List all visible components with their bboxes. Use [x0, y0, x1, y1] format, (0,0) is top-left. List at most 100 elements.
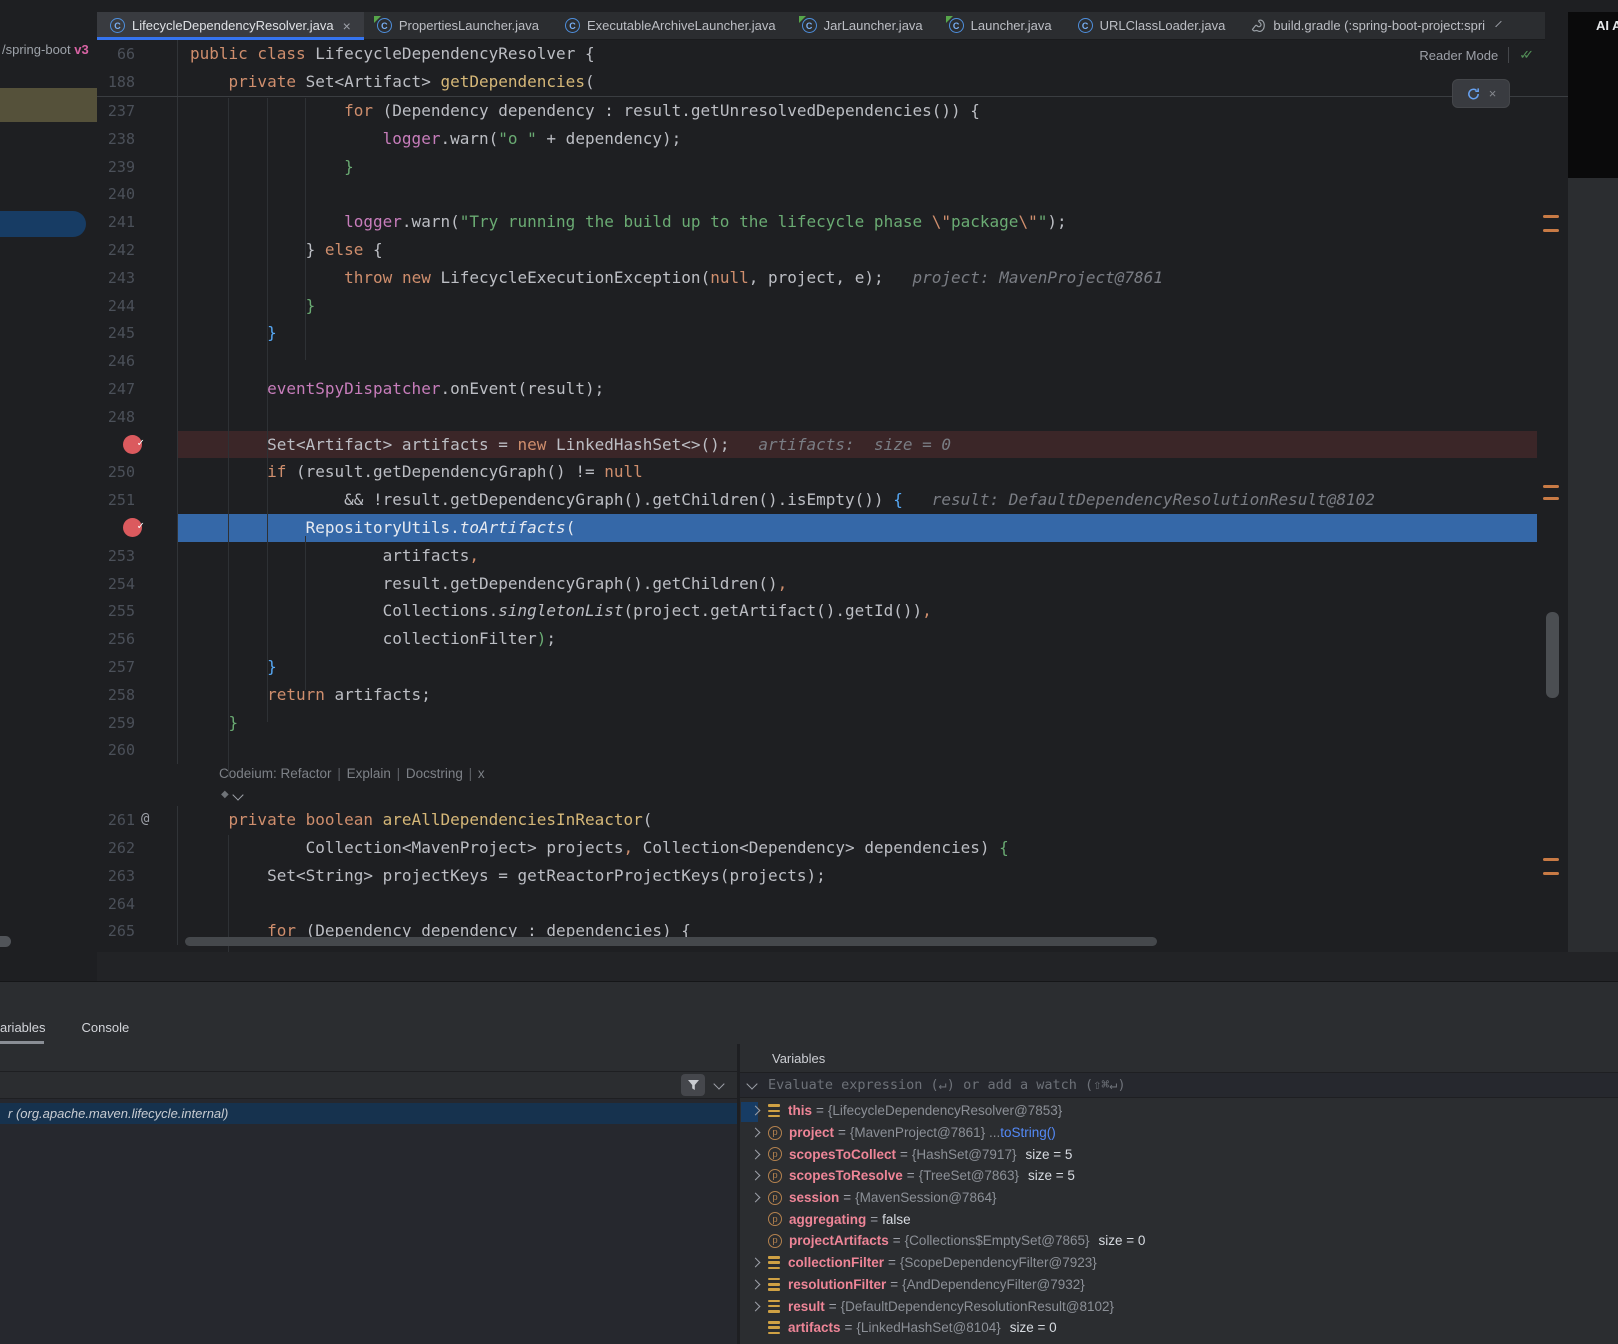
- parameter-icon: p: [768, 1147, 782, 1161]
- variables-tree: this={LifecycleDependencyResolver@7853}p…: [740, 1098, 1618, 1339]
- codeium-action[interactable]: Refactor: [281, 766, 332, 781]
- variable-name: aggregating: [789, 1212, 866, 1227]
- tab-console[interactable]: Console: [70, 1012, 142, 1042]
- splitter[interactable]: [97, 952, 1618, 981]
- code-line: 242 } else {: [97, 236, 1537, 264]
- code-text: Collections.singletonList(project.getArt…: [178, 597, 1537, 625]
- gutter: 259: [97, 709, 178, 737]
- runnable-class-icon: C: [802, 18, 817, 33]
- value-icon: [768, 1256, 780, 1269]
- code-text: result.getDependencyGraph().getChildren(…: [178, 570, 1537, 598]
- error-stripe-mark[interactable]: [1543, 497, 1559, 500]
- editor-tab[interactable]: CURLClassLoader.java: [1065, 12, 1239, 39]
- line-number: 239: [108, 154, 135, 182]
- ai-logo-icon[interactable]: ◆: [221, 784, 229, 806]
- double-check-icon[interactable]: ✓✓: [1519, 47, 1534, 63]
- line-number: 251: [108, 487, 135, 515]
- variable-row[interactable]: resolutionFilter={AndDependencyFilter@79…: [740, 1274, 1618, 1296]
- equals-sign: =: [839, 1190, 855, 1205]
- error-stripe-mark[interactable]: [1543, 229, 1559, 232]
- close-icon[interactable]: ×: [1489, 86, 1497, 101]
- breakpoint-icon[interactable]: [123, 518, 142, 537]
- horizontal-scrollbar[interactable]: [185, 937, 1157, 946]
- error-stripe-mark[interactable]: [1543, 485, 1559, 488]
- code-text: public class LifecycleDependencyResolver…: [178, 40, 1537, 68]
- indent-guide: [305, 98, 306, 360]
- filter-chevron-icon[interactable]: [713, 1078, 724, 1089]
- code-text: [178, 403, 1537, 431]
- editor-tab[interactable]: CLifecycleDependencyResolver.java×: [97, 12, 364, 39]
- code-line: 247 eventSpyDispatcher.onEvent(result);: [97, 375, 1537, 403]
- tostring-link[interactable]: toString(): [1000, 1125, 1056, 1140]
- variable-row[interactable]: paggregating=false: [740, 1208, 1618, 1230]
- variable-row[interactable]: pscopesToResolve={TreeSet@7863}size = 5: [740, 1165, 1618, 1187]
- vertical-scrollbar[interactable]: [1546, 612, 1559, 698]
- expand-chevron-icon[interactable]: [751, 1149, 761, 1159]
- variable-value: {LinkedHashSet@8104}: [856, 1320, 1000, 1335]
- code-line: 262 Collection<MavenProject> projects, C…: [97, 834, 1537, 862]
- tab-threads-variables[interactable]: ariables: [0, 1012, 58, 1042]
- editor-tab[interactable]: CExecutableArchiveLauncher.java: [552, 12, 789, 39]
- chevron-down-icon[interactable]: [232, 789, 243, 800]
- gutter: 263: [97, 862, 178, 890]
- editor-tab[interactable]: CJarLauncher.java: [789, 12, 936, 39]
- error-stripe-mark[interactable]: [1543, 858, 1559, 861]
- ai-refresh-icon[interactable]: [1466, 87, 1481, 101]
- variable-row[interactable]: artifacts={LinkedHashSet@8104}size = 0: [740, 1317, 1618, 1339]
- variable-row[interactable]: result={DefaultDependencyResolutionResul…: [740, 1295, 1618, 1317]
- tab-close-icon[interactable]: ×: [343, 19, 351, 33]
- tab-label: Console: [82, 1020, 130, 1035]
- scrollbar-fragment: [0, 936, 11, 947]
- reader-mode-hint: Reader Mode ✓✓: [1419, 47, 1534, 63]
- error-stripe-mark[interactable]: [1543, 215, 1559, 218]
- gutter: 242: [97, 236, 178, 264]
- line-number: 264: [108, 891, 135, 919]
- variable-row[interactable]: pscopesToCollect={HashSet@7917}size = 5: [740, 1143, 1618, 1165]
- editor-tab[interactable]: build.gradle (:spring-boot-project:spri: [1238, 12, 1498, 39]
- variable-row[interactable]: psession={MavenSession@7864}: [740, 1187, 1618, 1209]
- variable-row[interactable]: this={LifecycleDependencyResolver@7853}: [740, 1100, 1618, 1122]
- expand-chevron-icon[interactable]: [751, 1128, 761, 1138]
- evaluate-expression-input[interactable]: Evaluate expression (↵) or add a watch (…: [740, 1072, 1618, 1098]
- variable-row[interactable]: pproject={MavenProject@7861} ... toStrin…: [740, 1122, 1618, 1144]
- code-text: private Set<Artifact> getDependencies(: [178, 68, 1537, 96]
- editor-tab[interactable]: CLauncher.java: [936, 12, 1065, 39]
- expand-chevron-icon[interactable]: [751, 1171, 761, 1181]
- ai-inline-widget: ◆: [97, 784, 1568, 806]
- expand-chevron-icon[interactable]: [751, 1193, 761, 1203]
- stack-frame-selected[interactable]: r (org.apache.maven.lifecycle.internal): [0, 1103, 737, 1124]
- ai-assistant-tab[interactable]: AI A: [1596, 18, 1618, 33]
- codeium-action[interactable]: Docstring: [406, 766, 463, 781]
- code-text: } else {: [178, 236, 1537, 264]
- code-line: 240: [97, 180, 1537, 208]
- code-line: 241 logger.warn("Try running the build u…: [97, 208, 1537, 236]
- line-number: 250: [108, 459, 135, 487]
- code-text: artifacts,: [178, 542, 1537, 570]
- divider: [1508, 47, 1509, 63]
- gutter: 239: [97, 153, 178, 181]
- project-version-badge: v3: [74, 42, 88, 57]
- codeium-dismiss[interactable]: x: [478, 766, 485, 781]
- codeium-action[interactable]: Explain: [347, 766, 391, 781]
- variable-value: {AndDependencyFilter@7932}: [902, 1277, 1085, 1292]
- value-icon: [768, 1278, 780, 1291]
- line-number: 253: [108, 543, 135, 571]
- annotation-gutter-icon[interactable]: @: [141, 806, 149, 834]
- filter-button[interactable]: [681, 1074, 705, 1096]
- expand-chevron-icon[interactable]: [751, 1258, 761, 1268]
- breakpoint-icon[interactable]: [123, 435, 142, 454]
- line-number: 265: [108, 918, 135, 946]
- variable-size: size = 5: [1025, 1147, 1072, 1162]
- code-line: 259 }: [97, 709, 1537, 737]
- line-number: 244: [108, 293, 135, 321]
- evaluate-chevron-icon[interactable]: [746, 1078, 757, 1089]
- gutter: 254: [97, 570, 178, 598]
- expand-chevron-icon[interactable]: [751, 1279, 761, 1289]
- variable-row[interactable]: collectionFilter={ScopeDependencyFilter@…: [740, 1252, 1618, 1274]
- error-stripe-mark[interactable]: [1543, 872, 1559, 875]
- expand-chevron-icon[interactable]: [751, 1301, 761, 1311]
- ellipsis: ...: [985, 1125, 1000, 1140]
- tab-label: build.gradle (:spring-boot-project:spri: [1273, 18, 1485, 33]
- editor-tab[interactable]: CPropertiesLauncher.java: [364, 12, 552, 39]
- variable-row[interactable]: pprojectArtifacts={Collections$EmptySet@…: [740, 1230, 1618, 1252]
